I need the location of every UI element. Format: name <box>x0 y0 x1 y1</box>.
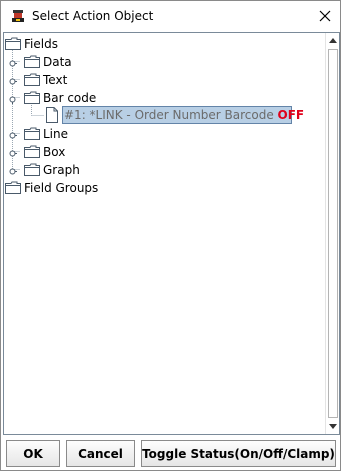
tree-node-fields[interactable]: Fields <box>24 35 58 53</box>
folder-icon <box>5 37 21 50</box>
select-action-object-dialog: Select Action Object Fields Data Text Ba… <box>0 0 341 471</box>
scrollbar-thumb[interactable] <box>328 49 338 418</box>
expand-handle-icon[interactable] <box>8 57 17 67</box>
object-tree[interactable]: Fields Data Text Bar code #1: *LINK - Or… <box>4 33 324 434</box>
close-icon <box>319 10 331 22</box>
tree-node-data[interactable]: Data <box>43 53 72 71</box>
button-bar: OK Cancel Toggle Status(On/Off/Clamp) <box>1 435 340 470</box>
expand-handle-icon[interactable] <box>8 129 17 139</box>
expand-handle-icon[interactable] <box>8 93 17 104</box>
tree-node-field-groups[interactable]: Field Groups <box>24 179 98 197</box>
close-button[interactable] <box>311 3 339 29</box>
barcode-item-label: #1: *LINK - Order Number Barcode <box>64 108 278 122</box>
folder-icon <box>24 55 40 68</box>
title-bar[interactable]: Select Action Object <box>1 1 340 32</box>
folder-icon <box>24 91 40 104</box>
app-icon <box>10 8 26 24</box>
expand-handle-icon[interactable] <box>8 147 17 157</box>
tree-node-barcode[interactable]: Bar code <box>43 89 96 107</box>
folder-icon <box>24 145 40 158</box>
scroll-down-icon[interactable] <box>326 420 339 434</box>
expand-handle-icon[interactable] <box>8 165 17 175</box>
expand-handle-icon[interactable] <box>8 75 17 85</box>
toggle-status-button[interactable]: Toggle Status(On/Off/Clamp) <box>141 440 336 467</box>
status-off-badge: OFF <box>277 108 305 122</box>
tree-node-text[interactable]: Text <box>43 71 67 89</box>
tree-node-graph[interactable]: Graph <box>43 161 80 179</box>
tree-node-box[interactable]: Box <box>43 143 65 161</box>
tree-node-line[interactable]: Line <box>43 125 68 143</box>
folder-icon <box>24 73 40 86</box>
ok-button[interactable]: OK <box>6 440 60 467</box>
cancel-button[interactable]: Cancel <box>66 440 135 467</box>
object-tree-panel: Fields Data Text Bar code #1: *LINK - Or… <box>3 32 340 435</box>
document-icon <box>46 107 58 123</box>
window-title: Select Action Object <box>32 9 154 23</box>
folder-icon <box>5 181 21 194</box>
folder-icon <box>24 127 40 140</box>
vertical-scrollbar[interactable] <box>325 33 339 434</box>
scroll-up-icon[interactable] <box>326 33 339 47</box>
folder-icon <box>24 163 40 176</box>
